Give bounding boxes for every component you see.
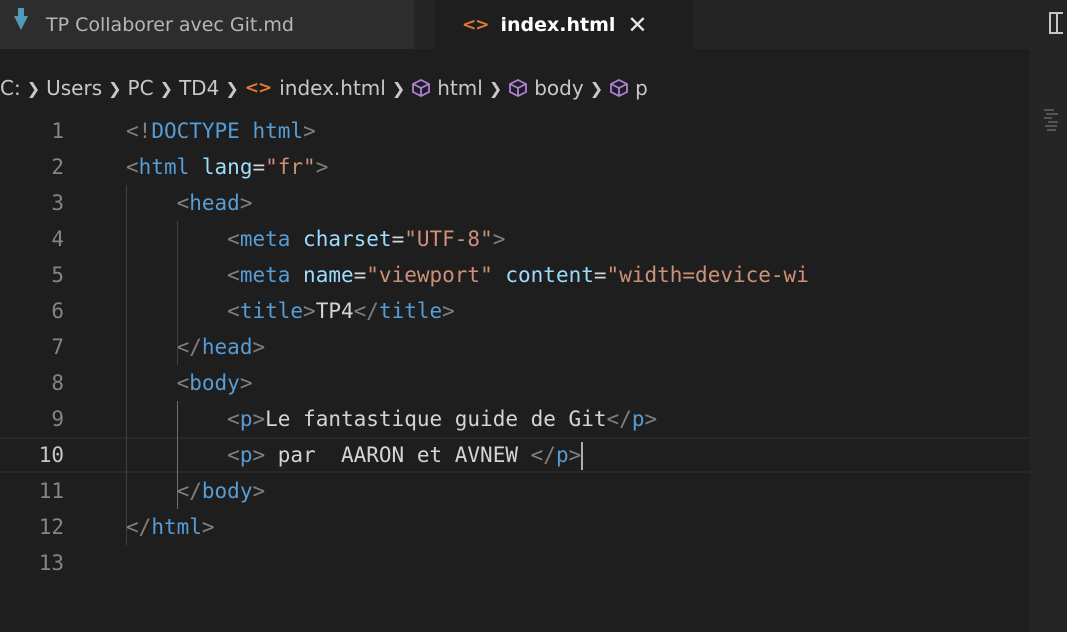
code-text: <p> par AARON et AVNEW </p> bbox=[126, 437, 584, 473]
breadcrumb-pc[interactable]: PC bbox=[128, 76, 154, 100]
code-text: <meta name="viewport" content="width=dev… bbox=[227, 263, 809, 287]
breadcrumb-body-element[interactable]: body bbox=[508, 76, 584, 100]
tab-label: index.html bbox=[500, 13, 616, 36]
breadcrumb-drive[interactable]: C: bbox=[0, 76, 21, 100]
line-number: 8 bbox=[51, 371, 64, 395]
tab-markdown-file[interactable]: TP Collaborer avec Git.md bbox=[0, 0, 414, 49]
chevron-right-icon: ❯ bbox=[589, 78, 604, 98]
code-text: </html> bbox=[126, 515, 215, 539]
symbol-element-icon bbox=[509, 78, 528, 98]
line-number: 6 bbox=[51, 299, 64, 323]
chevron-right-icon: ❯ bbox=[159, 78, 173, 98]
code-text: </body> bbox=[176, 479, 266, 503]
chevron-right-icon: ❯ bbox=[108, 78, 122, 98]
chevron-right-icon: ❯ bbox=[225, 78, 239, 98]
code-line[interactable]: 9 <p>Le fantastique guide de Git</p> bbox=[0, 401, 1030, 437]
tab-label: TP Collaborer avec Git.md bbox=[46, 13, 294, 36]
code-text: <title>TP4</title> bbox=[227, 299, 455, 323]
code-line[interactable]: 12 </html> bbox=[0, 509, 1030, 545]
code-line[interactable]: 10 <p> par AARON et AVNEW </p> bbox=[0, 437, 1030, 473]
breadcrumb: C: ❯ Users ❯ PC ❯ TD4 ❯ <> index.html ❯ … bbox=[0, 68, 1067, 108]
breadcrumb-body-label: body bbox=[534, 76, 584, 100]
line-number: 11 bbox=[38, 479, 64, 503]
line-number: 3 bbox=[51, 191, 64, 215]
code-line[interactable]: 5 <meta name="viewport" content="width=d… bbox=[0, 257, 1030, 293]
breadcrumb-p-element[interactable]: p bbox=[609, 76, 648, 100]
breadcrumb-file[interactable]: <> index.html bbox=[245, 76, 386, 100]
breadcrumb-td4[interactable]: TD4 bbox=[179, 76, 219, 100]
code-text: <head> bbox=[176, 191, 253, 215]
text-cursor bbox=[581, 442, 584, 470]
line-number: 4 bbox=[51, 227, 64, 251]
chevron-right-icon: ❯ bbox=[488, 78, 503, 98]
indent-guide bbox=[126, 185, 127, 545]
code-line[interactable]: 11 </body> bbox=[0, 473, 1030, 509]
code-line[interactable]: 4 <meta charset="UTF-8"> bbox=[0, 221, 1030, 257]
indent-guide bbox=[176, 401, 178, 509]
code-line[interactable]: 2 <html lang="fr"> bbox=[0, 149, 1030, 185]
indent-guide bbox=[176, 221, 178, 365]
chevron-right-icon: ❯ bbox=[391, 78, 406, 98]
html-file-icon: <> bbox=[244, 78, 272, 98]
minimap-preview bbox=[1044, 109, 1058, 131]
breadcrumb-file-label: index.html bbox=[279, 76, 386, 100]
code-line[interactable]: 7 </head> bbox=[0, 329, 1030, 365]
minimap[interactable] bbox=[1030, 49, 1067, 632]
line-number: 12 bbox=[38, 515, 64, 539]
code-line[interactable]: 1 <!DOCTYPE html> bbox=[0, 113, 1030, 149]
code-text: <p>Le fantastique guide de Git</p> bbox=[227, 407, 658, 431]
code-text: <meta charset="UTF-8"> bbox=[227, 227, 506, 251]
code-line[interactable]: 13 bbox=[0, 545, 1030, 581]
symbol-element-icon bbox=[412, 78, 431, 98]
code-text: <!DOCTYPE html> bbox=[126, 119, 316, 143]
symbol-element-icon bbox=[610, 78, 629, 98]
code-editor[interactable]: 1 <!DOCTYPE html> 2 <html lang="fr"> 3 <head… bbox=[0, 110, 1030, 632]
code-text: </head> bbox=[176, 335, 266, 359]
breadcrumb-p-label: p bbox=[635, 76, 648, 100]
breadcrumb-html-element[interactable]: html bbox=[411, 76, 483, 100]
code-text: <body> bbox=[176, 371, 253, 395]
line-number: 7 bbox=[51, 335, 64, 359]
line-number: 10 bbox=[38, 443, 64, 467]
line-number: 9 bbox=[51, 407, 64, 431]
tab-bar: TP Collaborer avec Git.md <> index.html … bbox=[0, 0, 1067, 49]
breadcrumb-users[interactable]: Users bbox=[46, 76, 102, 100]
line-number: 5 bbox=[51, 263, 64, 287]
close-icon[interactable]: ✕ bbox=[627, 11, 647, 39]
code-text: <html lang="fr"> bbox=[126, 155, 329, 179]
tab-index-html[interactable]: <> index.html ✕ bbox=[434, 0, 694, 49]
html-file-icon: <> bbox=[462, 14, 489, 35]
chevron-right-icon: ❯ bbox=[26, 78, 41, 98]
line-number: 13 bbox=[38, 551, 64, 575]
line-number: 2 bbox=[51, 155, 64, 179]
breadcrumb-html-label: html bbox=[437, 76, 483, 100]
code-line[interactable]: 3 <head> bbox=[0, 185, 1030, 221]
markdown-file-icon bbox=[14, 7, 28, 30]
code-line[interactable]: 8 <body> bbox=[0, 365, 1030, 401]
split-editor-icon[interactable] bbox=[1049, 12, 1063, 34]
code-line[interactable]: 6 <title>TP4</title> bbox=[0, 293, 1030, 329]
line-number: 1 bbox=[51, 119, 64, 143]
